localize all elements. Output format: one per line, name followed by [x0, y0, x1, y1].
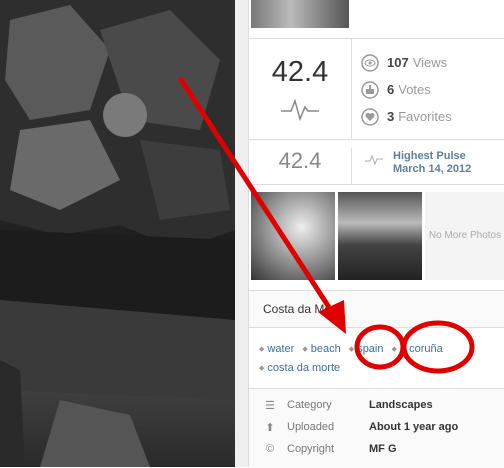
- pulse-small-icon: [365, 155, 383, 165]
- pulse-icon: [281, 98, 319, 121]
- score-box: 42.4: [249, 39, 352, 139]
- thumbs-up-icon: [361, 80, 379, 99]
- tag-a-coruna[interactable]: a coruña: [392, 340, 443, 359]
- meta-uploaded: ⬆ Uploaded About 1 year ago: [263, 417, 458, 437]
- photo-meta: ☰ Category Landscapes ⬆ Uploaded About 1…: [249, 388, 504, 468]
- photo-title-box: Costa da Morte: [249, 290, 504, 328]
- related-photo-2[interactable]: [338, 192, 422, 280]
- votes-count: 6 Votes: [361, 76, 452, 103]
- tag-beach[interactable]: beach: [302, 340, 341, 359]
- meta-copyright: © Copyright MF G: [263, 439, 397, 459]
- upload-icon: ⬆: [265, 421, 275, 434]
- eye-icon: [361, 53, 379, 72]
- heart-icon: [361, 107, 379, 126]
- highest-pulse-box: 42.4 Highest Pulse March 14, 2012: [249, 139, 504, 185]
- divider-strip: [235, 0, 248, 467]
- tag-water[interactable]: water: [259, 340, 294, 359]
- tag-costa-da-morte[interactable]: costa da morte: [259, 359, 340, 378]
- user-avatar[interactable]: [251, 0, 349, 28]
- highest-pulse-score: 42.4: [249, 148, 352, 184]
- highest-pulse-label: Highest Pulse: [393, 150, 466, 162]
- pulse-score: 42.4: [271, 56, 329, 88]
- copyright-icon: ©: [265, 443, 275, 455]
- no-more-photos: No More Photos: [425, 192, 504, 280]
- photo-info-panel: 42.4 107Views 6Votes 3Favorites 42.4: [248, 0, 504, 468]
- highest-pulse-date: March 14, 2012: [393, 163, 472, 175]
- tag-spain[interactable]: spain: [349, 340, 383, 359]
- meta-category: ☰ Category Landscapes: [263, 395, 433, 415]
- tag-list: water beach spain a coruña costa da mort…: [259, 340, 499, 378]
- views-count: 107 Views: [361, 49, 452, 76]
- category-icon: ☰: [265, 399, 275, 412]
- main-photo[interactable]: [0, 0, 235, 467]
- related-photos: No More Photos: [249, 192, 504, 280]
- stats-box: 42.4 107 Views 6 Votes 3 Favorites: [249, 38, 504, 140]
- favorites-count: 3 Favorites: [361, 103, 452, 130]
- related-photo-1[interactable]: [251, 192, 335, 280]
- photo-title: Costa da Morte: [263, 302, 346, 316]
